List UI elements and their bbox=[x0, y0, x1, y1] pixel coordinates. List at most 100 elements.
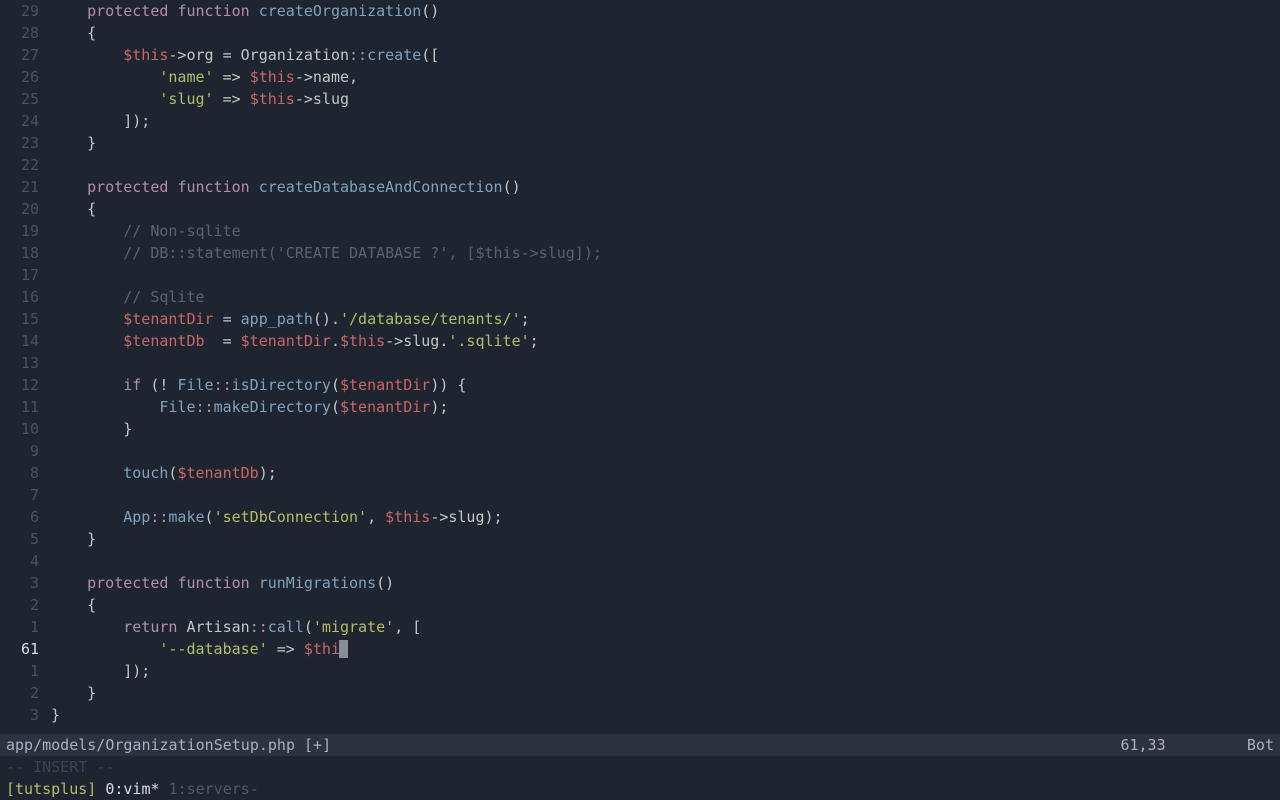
line-number: 12 bbox=[0, 374, 39, 396]
token: { bbox=[51, 596, 96, 614]
token: (! bbox=[141, 376, 177, 394]
line-number: 14 bbox=[0, 330, 39, 352]
code-line[interactable]: $tenantDb = $tenantDir.$this->slug.'.sql… bbox=[51, 330, 1280, 352]
line-number: 2 bbox=[0, 594, 39, 616]
token: ->slug bbox=[295, 90, 349, 108]
token: 'setDbConnection' bbox=[214, 508, 368, 526]
code-line[interactable]: protected function createOrganization() bbox=[51, 0, 1280, 22]
tmux-session[interactable]: [tutsplus] bbox=[6, 780, 96, 798]
token bbox=[51, 640, 159, 658]
token: $tenantDir bbox=[241, 332, 331, 350]
code-line[interactable]: touch($tenantDb); bbox=[51, 462, 1280, 484]
code-line[interactable]: // Sqlite bbox=[51, 286, 1280, 308]
code-line[interactable]: } bbox=[51, 418, 1280, 440]
token: $this bbox=[123, 46, 168, 64]
token: (). bbox=[313, 310, 340, 328]
code-area[interactable]: protected function createOrganization() … bbox=[45, 0, 1280, 734]
mode-text: -- INSERT -- bbox=[6, 758, 114, 776]
line-number: 22 bbox=[0, 154, 39, 176]
token: } bbox=[51, 684, 96, 702]
token: '--database' bbox=[159, 640, 267, 658]
token: = bbox=[205, 332, 241, 350]
token: } bbox=[51, 134, 96, 152]
token bbox=[51, 222, 123, 240]
tmux-window-1[interactable]: 1:servers- bbox=[169, 780, 259, 798]
line-number-gutter: 2928272625242322212019181716151413121110… bbox=[0, 0, 45, 734]
token: , bbox=[367, 508, 385, 526]
code-line[interactable]: return Artisan::call('migrate', [ bbox=[51, 616, 1280, 638]
line-number: 23 bbox=[0, 132, 39, 154]
token: $this bbox=[340, 332, 385, 350]
code-line[interactable] bbox=[51, 550, 1280, 572]
token bbox=[51, 178, 87, 196]
code-line[interactable]: } bbox=[51, 704, 1280, 726]
code-line[interactable]: protected function createDatabaseAndConn… bbox=[51, 176, 1280, 198]
code-line[interactable]: $tenantDir = app_path().'/database/tenan… bbox=[51, 308, 1280, 330]
token bbox=[51, 2, 87, 20]
token: createOrganization bbox=[259, 2, 422, 20]
token: if bbox=[123, 376, 141, 394]
code-line[interactable]: } bbox=[51, 528, 1280, 550]
token: ]); bbox=[51, 662, 150, 680]
status-pos: 61,33 bbox=[1120, 736, 1165, 754]
code-line[interactable] bbox=[51, 440, 1280, 462]
token bbox=[51, 310, 123, 328]
code-line[interactable] bbox=[51, 264, 1280, 286]
line-number: 24 bbox=[0, 110, 39, 132]
token: $tenantDir bbox=[340, 376, 430, 394]
line-number: 3 bbox=[0, 572, 39, 594]
token bbox=[51, 46, 123, 64]
token: :: bbox=[214, 376, 232, 394]
token: ]); bbox=[51, 112, 150, 130]
code-line[interactable]: protected function runMigrations() bbox=[51, 572, 1280, 594]
code-line[interactable]: $this->org = Organization::create([ bbox=[51, 44, 1280, 66]
tmux-window-0[interactable]: 0:vim* bbox=[105, 780, 159, 798]
code-line[interactable]: { bbox=[51, 594, 1280, 616]
line-number: 19 bbox=[0, 220, 39, 242]
code-line[interactable]: ]); bbox=[51, 660, 1280, 682]
code-line[interactable]: File::makeDirectory($tenantDir); bbox=[51, 396, 1280, 418]
code-line[interactable]: if (! File::isDirectory($tenantDir)) { bbox=[51, 374, 1280, 396]
token: function bbox=[177, 574, 249, 592]
code-line[interactable]: { bbox=[51, 198, 1280, 220]
token: '.sqlite' bbox=[448, 332, 529, 350]
code-line[interactable]: '--database' => $thi bbox=[51, 638, 1280, 660]
code-line[interactable] bbox=[51, 484, 1280, 506]
token: . bbox=[331, 332, 340, 350]
line-number: 3 bbox=[0, 704, 39, 726]
token: => bbox=[214, 90, 250, 108]
tmux-statusline[interactable]: [tutsplus] 0:vim* 1:servers- bbox=[0, 778, 1280, 800]
line-number: 11 bbox=[0, 396, 39, 418]
line-number: 10 bbox=[0, 418, 39, 440]
token: ->slug); bbox=[430, 508, 502, 526]
token: touch bbox=[123, 464, 168, 482]
code-line[interactable]: ]); bbox=[51, 110, 1280, 132]
line-number: 8 bbox=[0, 462, 39, 484]
line-number: 18 bbox=[0, 242, 39, 264]
code-line[interactable]: // DB::statement('CREATE DATABASE ?', [$… bbox=[51, 242, 1280, 264]
token: call bbox=[268, 618, 304, 636]
code-line[interactable]: 'slug' => $this->slug bbox=[51, 88, 1280, 110]
token: 'slug' bbox=[159, 90, 213, 108]
code-line[interactable]: // Non-sqlite bbox=[51, 220, 1280, 242]
code-line[interactable]: } bbox=[51, 682, 1280, 704]
line-number: 5 bbox=[0, 528, 39, 550]
code-line[interactable]: { bbox=[51, 22, 1280, 44]
code-line[interactable]: } bbox=[51, 132, 1280, 154]
token bbox=[51, 244, 123, 262]
line-number: 1 bbox=[0, 660, 39, 682]
token: '/database/tenants/' bbox=[340, 310, 521, 328]
editor-viewport[interactable]: 2928272625242322212019181716151413121110… bbox=[0, 0, 1280, 734]
code-line[interactable]: 'name' => $this->name, bbox=[51, 66, 1280, 88]
token bbox=[51, 574, 87, 592]
code-line[interactable] bbox=[51, 352, 1280, 374]
token: Artisan bbox=[177, 618, 249, 636]
text-cursor bbox=[339, 640, 348, 658]
code-line[interactable] bbox=[51, 154, 1280, 176]
line-number: 26 bbox=[0, 66, 39, 88]
code-line[interactable]: App::make('setDbConnection', $this->slug… bbox=[51, 506, 1280, 528]
line-number: 29 bbox=[0, 0, 39, 22]
token: } bbox=[51, 420, 132, 438]
token: isDirectory bbox=[232, 376, 331, 394]
line-number: 1 bbox=[0, 616, 39, 638]
